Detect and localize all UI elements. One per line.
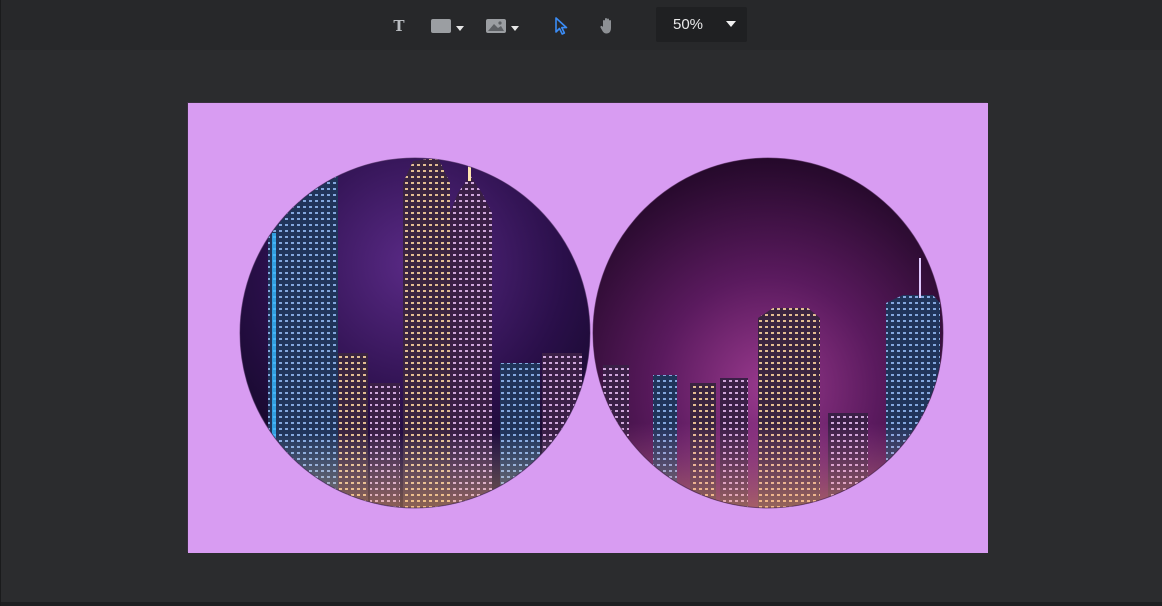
pointer-icon: [555, 17, 568, 35]
chevron-down-icon: [511, 25, 519, 31]
artboard[interactable]: [187, 102, 988, 553]
hand-tool-button[interactable]: [595, 12, 619, 40]
hand-icon: [600, 18, 611, 34]
editor-window: T 50%: [0, 0, 1162, 606]
rectangle-tool-button[interactable]: [426, 12, 468, 40]
chevron-down-icon: [726, 21, 736, 27]
image-tool-button[interactable]: [481, 12, 523, 40]
chevron-down-icon: [456, 25, 464, 31]
zoom-dropdown[interactable]: 50%: [656, 7, 747, 42]
top-toolbar: T 50%: [1, 0, 1162, 50]
image-icon: [486, 19, 506, 33]
text-tool-glyph: T: [393, 17, 405, 35]
rectangle-icon: [431, 19, 451, 33]
bottom-border: [1, 602, 1162, 606]
zoom-value: 50%: [673, 16, 704, 33]
text-tool-button[interactable]: T: [387, 12, 411, 40]
select-tool-button[interactable]: [549, 12, 573, 40]
